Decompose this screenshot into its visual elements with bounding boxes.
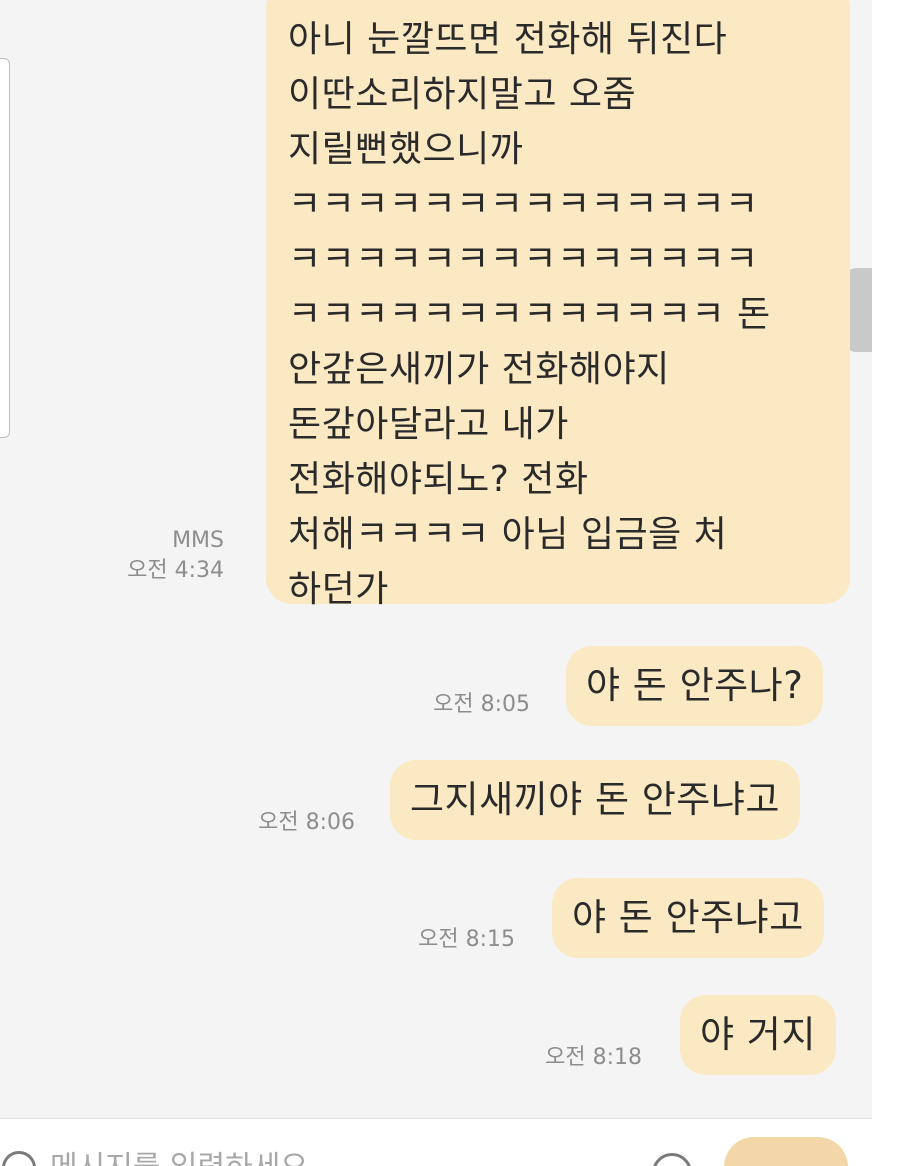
message-text: 야 거지 — [700, 1013, 816, 1056]
message-line: 전화해야되노? 전화 — [288, 459, 589, 500]
message-thread: 아니 눈깔뜨면 전화해 뒤진다 이딴소리하지말고 오줌 지릴뻔했으니까 ㅋㅋㅋㅋ… — [0, 0, 872, 1166]
message-line: 안갚은새끼가 전화해야지 — [288, 349, 670, 390]
message-line: 하던가 — [288, 569, 389, 610]
message-text: 야 돈 안주나? — [586, 664, 804, 707]
message-line: ㅋㅋㅋㅋㅋㅋㅋㅋㅋㅋㅋㅋㅋㅋ — [288, 184, 759, 225]
message-line: ㅋㅋㅋㅋㅋㅋㅋㅋㅋㅋㅋㅋㅋㅋ — [288, 239, 759, 280]
message-bubble[interactable]: 그지새끼야 돈 안주냐고 — [390, 760, 800, 840]
message-line: 돈갚아달라고 내가 — [288, 404, 569, 445]
message-line: ㅋㅋㅋㅋㅋㅋㅋㅋㅋㅋㅋㅋㅋ 돈 — [288, 294, 771, 335]
message-timestamp: 오전 8:18 — [545, 1045, 642, 1070]
message-composer — [0, 1118, 872, 1166]
message-meta: MMS 오전 4:34 — [127, 526, 224, 586]
message-bubble[interactable]: 야 거지 — [680, 995, 836, 1075]
send-button[interactable] — [724, 1137, 848, 1166]
message-type-label: MMS — [172, 528, 224, 553]
attach-icon[interactable] — [2, 1151, 36, 1166]
emoji-icon[interactable] — [652, 1153, 692, 1166]
message-bubble[interactable]: 야 돈 안주나? — [566, 646, 824, 726]
side-panel-edge — [0, 58, 10, 438]
message-text: 그지새끼야 돈 안주냐고 — [410, 778, 780, 821]
screenshot-margin — [872, 0, 900, 1166]
message-timestamp: 오전 8:15 — [418, 927, 515, 952]
message-bubble-mms[interactable]: 아니 눈깔뜨면 전화해 뒤진다 이딴소리하지말고 오줌 지릴뻔했으니까 ㅋㅋㅋㅋ… — [266, 0, 850, 610]
message-input[interactable] — [50, 1147, 610, 1166]
message-line: 아니 눈깔뜨면 전화해 뒤진다 — [288, 19, 728, 60]
message-bubble[interactable]: 야 돈 안주냐고 — [552, 878, 824, 958]
message-timestamp: 오전 4:34 — [127, 558, 224, 583]
message-line: 처해ㅋㅋㅋㅋ 아님 입금을 처 — [288, 514, 728, 555]
message-text: 야 돈 안주냐고 — [572, 896, 804, 939]
message-line: 지릴뻔했으니까 — [288, 129, 524, 170]
message-timestamp: 오전 8:05 — [433, 692, 530, 717]
message-timestamp: 오전 8:06 — [258, 810, 355, 835]
message-line: 이딴소리하지말고 오줌 — [288, 74, 637, 115]
